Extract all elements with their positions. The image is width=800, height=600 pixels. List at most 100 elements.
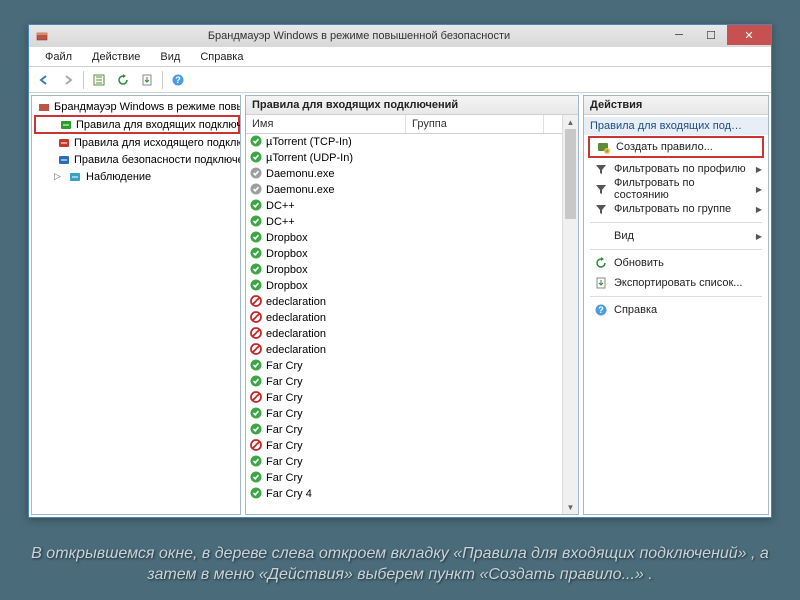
refresh-button[interactable] [112,69,134,91]
caption-text: » . [635,566,653,583]
action-separator [590,222,762,223]
rule-name: DC++ [266,216,295,228]
firewall-icon [38,100,50,114]
toolbar: ? [29,67,771,93]
action-icon [594,182,608,196]
list-row[interactable]: Far Cry [246,422,562,438]
list-row[interactable]: Dropbox [246,278,562,294]
list-row[interactable]: µTorrent (UDP-In) [246,150,562,166]
actions-context-title: Правила для входящих под… [584,117,768,135]
column-name[interactable]: Имя [246,115,406,133]
list-pane: Правила для входящих подключений Имя Гру… [245,95,579,515]
submenu-arrow-icon: ▶ [756,185,762,194]
export-button[interactable] [136,69,158,91]
action-label: Фильтровать по группе [614,203,731,215]
list-row[interactable]: µTorrent (TCP-In) [246,134,562,150]
action-item[interactable]: Фильтровать по состоянию▶ [584,179,768,199]
menu-action[interactable]: Действие [84,49,148,65]
expander-icon[interactable]: ▷ [54,171,64,182]
tree-item-label: Правила безопасности подключения [74,154,240,166]
window-body: Брандмауэр Windows в режиме повышенной П… [29,93,771,517]
list-row[interactable]: Far Cry [246,358,562,374]
submenu-arrow-icon: ▶ [756,165,762,174]
column-group[interactable]: Группа [406,115,544,133]
rule-name: Far Cry [266,392,303,404]
status-icon [250,151,264,165]
forward-button[interactable] [57,69,79,91]
rule-name: µTorrent (UDP-In) [266,152,353,164]
status-icon [250,295,264,309]
scrollbar[interactable]: ▲ ▼ [562,115,578,514]
list-row[interactable]: Far Cry [246,438,562,454]
tree[interactable]: Брандмауэр Windows в режиме повышенной П… [32,96,240,514]
action-item[interactable]: Фильтровать по группе▶ [584,199,768,219]
action-separator [590,249,762,250]
column-spare [544,115,562,133]
list-row[interactable]: DC++ [246,214,562,230]
list-row[interactable]: Dropbox [246,246,562,262]
rule-name: DC++ [266,200,295,212]
back-button[interactable] [33,69,55,91]
rule-icon [58,136,70,150]
maximize-button[interactable]: ☐ [695,25,727,45]
close-button[interactable]: ✕ [727,25,771,45]
rule-icon [60,118,72,132]
list-row[interactable]: Dropbox [246,230,562,246]
scroll-down-icon[interactable]: ▼ [563,500,578,514]
list-row[interactable]: Far Cry [246,406,562,422]
tree-item[interactable]: Правила для исходящего подключени [34,134,240,151]
actions-pane: Действия Правила для входящих под… Созда… [583,95,769,515]
toolbar-separator [83,71,84,89]
firewall-app-icon [35,29,49,43]
list-row[interactable]: edeclaration [246,326,562,342]
firewall-window: Брандмауэр Windows в режиме повышенной б… [28,24,772,518]
action-icon [594,228,608,245]
caption-emph: Правила для входящих подключений [462,545,738,562]
action-item[interactable]: Экспортировать список... [584,273,768,293]
action-label: Экспортировать список... [614,277,742,289]
rule-name: edeclaration [266,344,326,356]
action-item[interactable]: Фильтровать по профилю▶ [584,159,768,179]
action-item[interactable]: Создать правило... [588,136,764,158]
list-row[interactable]: Far Cry [246,390,562,406]
action-icon [594,256,608,270]
list-row[interactable]: Far Cry [246,454,562,470]
rule-name: Far Cry 4 [266,488,312,500]
tree-item[interactable]: Правила безопасности подключения [34,151,240,168]
submenu-arrow-icon: ▶ [756,232,762,241]
status-icon [250,199,264,213]
list-row[interactable]: edeclaration [246,342,562,358]
menu-help[interactable]: Справка [192,49,251,65]
help-button[interactable]: ? [167,69,189,91]
scope-button[interactable] [88,69,110,91]
action-icon [596,140,610,154]
list-row[interactable]: Far Cry [246,470,562,486]
scroll-up-icon[interactable]: ▲ [563,115,578,129]
list-row[interactable]: Far Cry 4 [246,486,562,502]
rule-icon [68,170,82,184]
list-row[interactable]: edeclaration [246,310,562,326]
list-row[interactable]: Daemonu.exe [246,166,562,182]
menu-file[interactable]: Файл [37,49,80,65]
scroll-thumb[interactable] [565,129,576,219]
actions-body: Правила для входящих под… Создать правил… [584,115,768,514]
status-icon [250,183,264,197]
list-row[interactable]: Far Cry [246,374,562,390]
action-item[interactable]: Вид▶ [584,226,768,246]
tree-root-label: Брандмауэр Windows в режиме повышенной [54,101,240,113]
list-body[interactable]: µTorrent (TCP-In) µTorrent (UDP-In) Daemon… [246,134,562,514]
list-row[interactable]: Dropbox [246,262,562,278]
minimize-button[interactable]: ─ [663,25,695,45]
rule-name: Daemonu.exe [266,168,335,180]
action-item[interactable]: ?Справка [584,300,768,320]
list-row[interactable]: edeclaration [246,294,562,310]
action-item[interactable]: Обновить [584,253,768,273]
menu-view[interactable]: Вид [152,49,188,65]
tree-root[interactable]: Брандмауэр Windows в режиме повышенной [34,98,240,115]
list-row[interactable]: DC++ [246,198,562,214]
rule-name: Far Cry [266,424,303,436]
list-row[interactable]: Daemonu.exe [246,182,562,198]
window-title: Брандмауэр Windows в режиме повышенной б… [55,30,663,42]
tree-item[interactable]: Правила для входящих подключений [34,115,240,134]
tree-item[interactable]: ▷Наблюдение [34,168,240,185]
